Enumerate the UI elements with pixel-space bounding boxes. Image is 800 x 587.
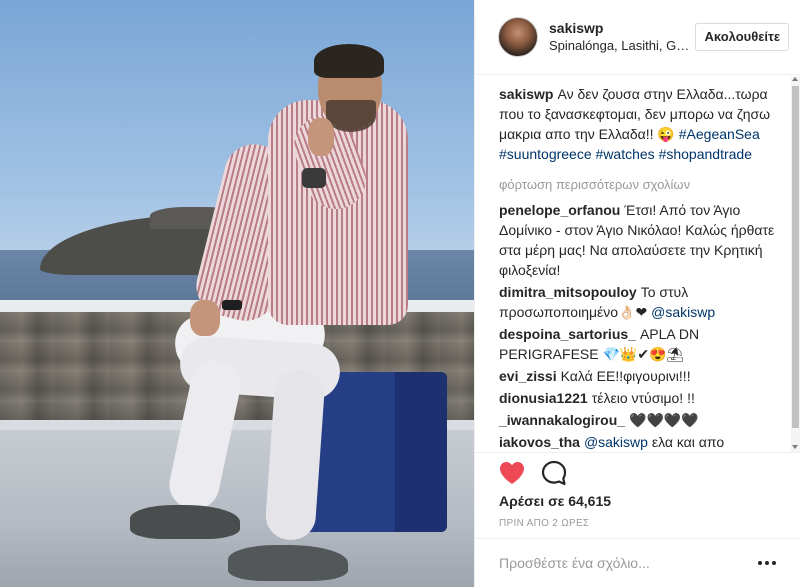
comment-author[interactable]: despoina_sartorius_	[499, 326, 636, 342]
likes-count[interactable]: Αρέσει σε 64,615	[499, 492, 611, 510]
photo-hair	[314, 44, 384, 78]
post-header: sakiswp Spinalónga, Lasithi, Greece Ακολ…	[475, 0, 800, 75]
following-button[interactable]: Ακολουθείτε	[695, 23, 789, 51]
mention-link[interactable]: @sakiswp	[584, 434, 648, 450]
hashtag-link[interactable]: #watches	[596, 146, 655, 162]
comment-item: evi_zissi Καλά ΕΕ!!φιγουρινι!!!	[499, 366, 781, 386]
more-options-icon	[758, 561, 762, 565]
like-button[interactable]	[499, 461, 525, 485]
comment-item: dimitra_mitsopouloy Το στυλ προσωποποιημέ…	[499, 282, 781, 322]
comment-text: ελα και απο	[651, 434, 725, 450]
mention-link[interactable]: @sakiswp	[651, 304, 715, 320]
username-link[interactable]: sakiswp	[549, 19, 699, 37]
location-link[interactable]: Spinalónga, Lasithi, Greece	[549, 37, 691, 55]
comment-item: iakovos_tha @sakiswp ελα και απο	[499, 432, 781, 452]
scrollbar-thumb[interactable]	[792, 86, 799, 428]
comment-item: penelope_orfanou Έτσι! Από τον Άγιο Δομίν…	[499, 200, 781, 280]
more-options-icon	[772, 561, 776, 565]
comment-author[interactable]: penelope_orfanou	[499, 202, 620, 218]
add-comment-bar	[475, 538, 800, 587]
more-options-icon	[765, 561, 769, 565]
hashtag-link[interactable]: #AegeanSea	[679, 126, 760, 142]
comment-text: τέλειο ντύσιμο! !!	[591, 390, 695, 406]
comment-icon	[541, 460, 567, 485]
comment-item: _iwannakalogirou_ 🖤🖤🖤🖤	[499, 410, 781, 430]
more-options-button[interactable]	[757, 553, 777, 573]
comment-text: 🖤🖤🖤🖤	[629, 412, 699, 428]
comment-button[interactable]	[541, 460, 567, 486]
comment-author[interactable]: evi_zissi	[499, 368, 557, 384]
comments-list[interactable]: sakiswp Αν δεν ζουσα στην Ελλαδα...τωρα π…	[475, 76, 800, 452]
comment-author[interactable]: iakovos_tha	[499, 434, 580, 450]
photo-cube-side	[395, 372, 447, 532]
header-text: sakiswp Spinalónga, Lasithi, Greece	[549, 19, 699, 55]
caption-author[interactable]: sakiswp	[499, 86, 553, 102]
add-comment-input[interactable]	[499, 555, 757, 571]
scroll-up-arrow-icon[interactable]	[792, 77, 798, 81]
comments-scrollbar[interactable]	[791, 76, 800, 452]
instagram-post: sakiswp Spinalónga, Lasithi, Greece Ακολ…	[0, 0, 800, 587]
photo-hand-right	[308, 118, 334, 156]
photo-beard	[326, 100, 376, 132]
photo-wristwatch	[302, 168, 326, 188]
heart-icon	[500, 461, 524, 484]
comment-item: despoina_sartorius_ APLA DN PERIGRAFESE 💎…	[499, 324, 781, 364]
caption: sakiswp Αν δεν ζουσα στην Ελλαδα...τωρα π…	[499, 84, 781, 164]
photo-shoe-left	[130, 505, 240, 539]
post-side-panel: sakiswp Spinalónga, Lasithi, Greece Ακολ…	[474, 0, 800, 587]
post-timestamp[interactable]: ΠΡΙΝ ΑΠΟ 2 ΩΡΕΣ	[499, 518, 589, 530]
load-more-comments-link[interactable]: φόρτωση περισσότερων σχολίων	[499, 176, 781, 194]
avatar[interactable]	[498, 17, 538, 57]
post-actions	[475, 452, 800, 492]
hashtag-link[interactable]: #suuntogreece	[499, 146, 592, 162]
hashtag-link[interactable]: #shopandtrade	[659, 146, 752, 162]
comment-author[interactable]: dimitra_mitsopouloy	[499, 284, 637, 300]
photo-shoe-right	[228, 545, 348, 581]
scroll-down-arrow-icon[interactable]	[792, 445, 798, 449]
photo-bracelet	[222, 300, 242, 310]
comment-text: Καλά ΕΕ!!φιγουρινι!!!	[560, 368, 691, 384]
comment-item: dionusia1221 τέλειο ντύσιμο! !!	[499, 388, 781, 408]
comment-author[interactable]: _iwannakalogirou_	[499, 412, 625, 428]
post-photo[interactable]	[0, 0, 474, 587]
comment-author[interactable]: dionusia1221	[499, 390, 588, 406]
photo-hand-left	[190, 300, 220, 336]
